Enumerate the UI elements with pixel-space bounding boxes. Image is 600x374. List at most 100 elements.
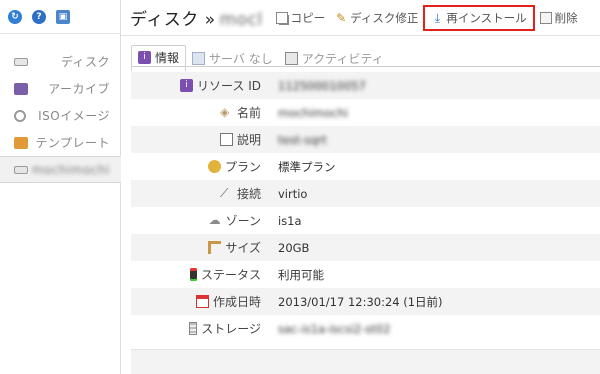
edit-disk-button[interactable]: ✎ ディスク修正 <box>330 5 423 31</box>
road-icon: ⟋ <box>219 186 229 200</box>
tag-icon: ◈ <box>219 105 230 119</box>
window-icon[interactable]: ▣ <box>56 9 70 24</box>
created-value: 2013/01/17 12:30:24 (1日前) <box>278 294 443 309</box>
row-label: i リソース ID <box>131 77 261 94</box>
row-label: ☁ ゾーン <box>131 212 261 229</box>
activity-icon <box>284 52 298 65</box>
row-label: サイズ <box>131 239 261 256</box>
sidebar-item-disk[interactable]: ディスク <box>0 48 120 75</box>
description-value: test-sqrt <box>278 132 327 147</box>
description-label: 説明 <box>236 133 261 147</box>
plan-icon <box>207 160 221 173</box>
server-icon <box>192 52 206 65</box>
copy-icon <box>275 11 288 24</box>
row-label: 説明 <box>131 131 261 148</box>
action-bar: コピー ✎ ディスク修正 ⤓ 再インストール 削除 <box>271 4 583 31</box>
iso-image-icon <box>14 109 26 122</box>
tab-label: サーバ なし <box>209 52 273 66</box>
table-row: 作成日時 2013/01/17 12:30:24 (1日前) <box>131 288 600 315</box>
storage-icon <box>189 322 198 335</box>
disk-icon <box>14 57 28 66</box>
table-row: プラン 標準プラン <box>131 153 600 180</box>
tab-label: 情報 <box>155 51 180 65</box>
table-row: ☁ ゾーン is1a <box>131 207 600 234</box>
table-row: ◈ 名前 mochimochi <box>131 99 600 126</box>
size-label: サイズ <box>225 241 261 255</box>
sidebar-item-label: ディスク <box>60 55 110 69</box>
info-icon: i <box>138 51 151 64</box>
tab-label: アクティビティ <box>301 52 384 66</box>
edit-disk-label: ディスク修正 <box>350 10 419 25</box>
sidebar-item-template[interactable]: テンプレート <box>0 129 120 156</box>
row-label: ストレージ <box>131 320 261 337</box>
connection-label: 接続 <box>236 187 261 201</box>
name-label: 名前 <box>236 106 261 120</box>
main-panel: ディスク »mocl コピー ✎ ディスク修正 ⤓ 再インストール 削除 i <box>121 0 600 374</box>
page-title: ディスク » mocl <box>130 5 263 30</box>
page-title-name: mocl <box>219 10 263 30</box>
copy-label: コピー <box>290 10 326 25</box>
tab-activity[interactable]: アクティビティ <box>279 47 390 71</box>
sidebar-item-iso-image[interactable]: ISOイメージ <box>0 102 120 129</box>
row-label: プラン <box>131 158 261 175</box>
info-table: i リソース ID 112500010057 ◈ 名前 mochimochi 説明 … <box>131 72 600 342</box>
reinstall-icon: ⤓ <box>434 10 441 25</box>
storage-value: sac-is1a-iscsi2-st02 <box>278 321 391 336</box>
row-label: ステータス <box>131 266 261 283</box>
table-row: ストレージ sac-is1a-iscsi2-st02 <box>131 315 600 342</box>
reinstall-button[interactable]: ⤓ 再インストール <box>423 4 535 31</box>
created-label: 作成日時 <box>212 295 261 309</box>
resource-id-value: 112500010057 <box>278 78 366 93</box>
status-label: ステータス <box>200 268 261 282</box>
table-row: ⟋ 接続 virtio <box>131 180 600 207</box>
row-label: ◈ 名前 <box>131 104 261 121</box>
header: ディスク » mocl コピー ✎ ディスク修正 ⤓ 再インストール 削除 <box>121 0 600 36</box>
sidebar-list: ディスク アーカイブ ISOイメージ テンプレート mochimochi <box>0 48 121 183</box>
calendar-icon <box>195 295 209 308</box>
plan-value: 標準プラン <box>278 159 336 174</box>
zone-value: is1a <box>278 213 302 228</box>
sidebar-item-label: ISOイメージ <box>38 109 110 123</box>
page-title-text: ディスク » <box>130 10 216 30</box>
name-value: mochimochi <box>278 105 349 120</box>
disk-icon <box>14 165 28 174</box>
table-row: サイズ 20GB <box>131 234 600 261</box>
tab-bar: i 情報 サーバ なし アクティビティ <box>131 45 390 71</box>
status-value: 利用可能 <box>278 267 324 282</box>
reinstall-label: 再インストール <box>446 10 527 25</box>
size-value: 20GB <box>278 240 310 255</box>
row-label: 作成日時 <box>131 293 261 310</box>
tab-server[interactable]: サーバ なし <box>186 47 279 71</box>
tab-info[interactable]: i 情報 <box>131 45 187 71</box>
resource-id-label: リソース ID <box>197 79 261 93</box>
storage-label: ストレージ <box>201 322 261 336</box>
note-icon <box>219 133 233 146</box>
traffic-light-icon <box>189 268 197 281</box>
template-icon <box>14 136 28 149</box>
sidebar: ↻ ? ▣ ディスク アーカイブ ISOイメージ テンプレート mochimoc… <box>0 0 121 374</box>
zone-label: ゾーン <box>225 214 261 228</box>
copy-button[interactable]: コピー <box>271 5 331 31</box>
row-label: ⟋ 接続 <box>131 185 261 202</box>
table-row: 説明 test-sqrt <box>131 126 600 153</box>
info-icon: i <box>180 79 193 92</box>
connection-value: virtio <box>278 186 308 201</box>
sidebar-item-mochimochi[interactable]: mochimochi <box>0 156 121 183</box>
footer-band <box>131 349 600 374</box>
table-row: ステータス 利用可能 <box>131 261 600 288</box>
plan-label: プラン <box>224 160 261 174</box>
cloud-icon: ☁ <box>208 213 221 227</box>
refresh-icon[interactable]: ↻ <box>8 9 22 24</box>
delete-button[interactable]: 削除 <box>535 5 583 31</box>
tab-divider <box>131 66 600 67</box>
archive-icon <box>14 82 28 95</box>
sidebar-item-label: mochimochi <box>31 162 110 177</box>
delete-icon <box>539 11 552 24</box>
table-row: i リソース ID 112500010057 <box>131 72 600 99</box>
sidebar-toolbar: ↻ ? ▣ <box>0 0 120 34</box>
help-icon[interactable]: ? <box>32 9 46 24</box>
sidebar-item-archive[interactable]: アーカイブ <box>0 75 120 102</box>
delete-label: 削除 <box>554 10 578 25</box>
sidebar-item-label: アーカイブ <box>48 82 110 96</box>
sidebar-item-label: テンプレート <box>35 136 110 150</box>
